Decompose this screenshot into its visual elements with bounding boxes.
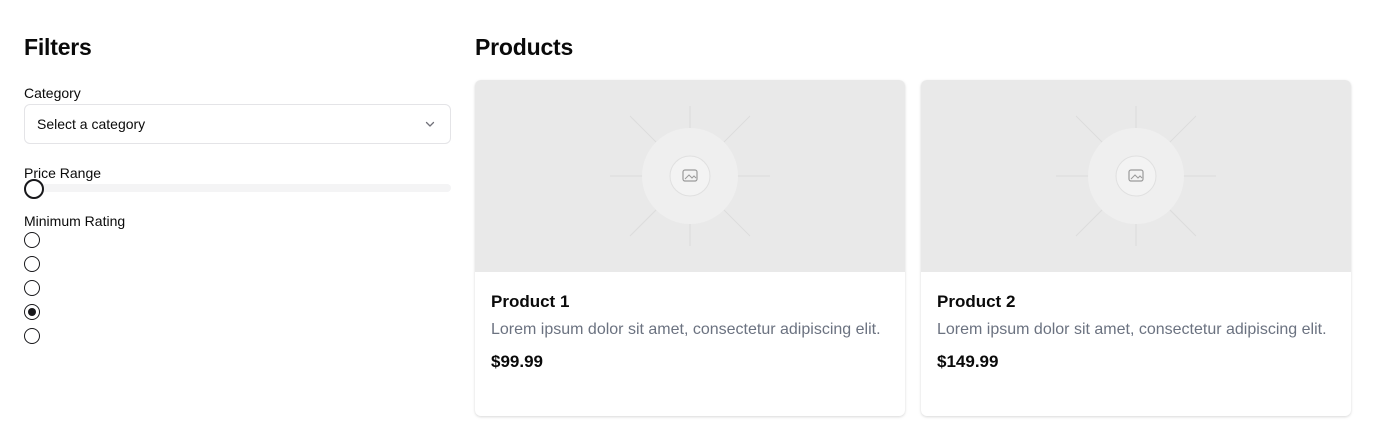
rating-radio-option[interactable]	[24, 280, 40, 296]
filters-heading: Filters	[24, 34, 92, 60]
products-section: Products Product 1 Lorem ipsum dolor sit…	[475, 32, 1352, 416]
minimum-rating-label: Minimum Rating	[24, 213, 126, 229]
product-description: Lorem ipsum dolor sit amet, consectetur …	[491, 321, 881, 338]
chevron-down-icon	[425, 121, 435, 127]
product-card[interactable]: Product 1 Lorem ipsum dolor sit amet, co…	[475, 80, 905, 416]
category-select-value: Select a category	[37, 116, 146, 132]
product-image	[921, 80, 1351, 272]
rating-radio-group	[24, 232, 40, 352]
rating-radio-option[interactable]	[24, 232, 40, 248]
category-label: Category	[24, 85, 81, 101]
image-placeholder-icon	[1056, 106, 1216, 246]
products-heading: Products	[475, 34, 574, 60]
product-card[interactable]: Product 2 Lorem ipsum dolor sit amet, co…	[921, 80, 1351, 416]
price-range-slider[interactable]	[24, 179, 451, 199]
product-name[interactable]: Product 1	[491, 292, 889, 312]
product-price: $149.99	[937, 352, 999, 371]
product-description: Lorem ipsum dolor sit amet, consectetur …	[937, 321, 1327, 338]
product-price: $99.99	[491, 352, 543, 371]
category-select[interactable]: Select a category	[24, 104, 451, 144]
product-image	[475, 80, 905, 272]
product-name[interactable]: Product 2	[937, 292, 1335, 312]
rating-radio-option[interactable]	[24, 256, 40, 272]
slider-thumb[interactable]	[24, 179, 44, 199]
filters-panel: Filters Category Select a category Price…	[24, 32, 451, 344]
product-grid: Product 1 Lorem ipsum dolor sit amet, co…	[475, 80, 1351, 416]
slider-track[interactable]	[24, 184, 451, 192]
image-placeholder-icon	[610, 106, 770, 246]
rating-radio-option[interactable]	[24, 328, 40, 344]
rating-radio-option[interactable]	[24, 304, 40, 320]
